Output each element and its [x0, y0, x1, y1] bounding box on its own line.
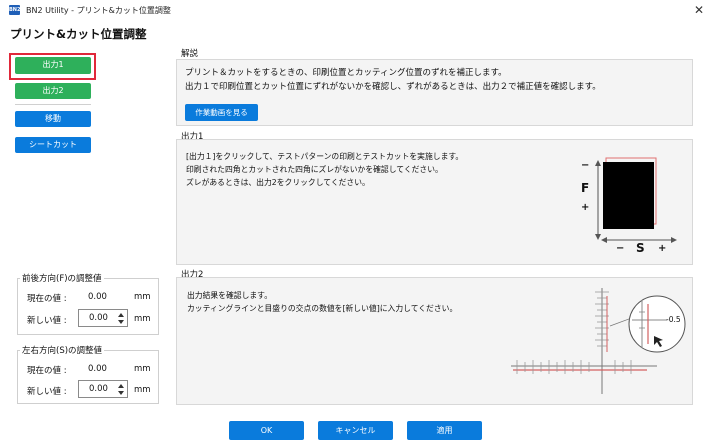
divider [15, 104, 91, 105]
window-title: BN2 Utility - プリント&カット位置調整 [26, 6, 171, 15]
scan-adjust-legend: 左右方向(S)の調整値 [20, 344, 105, 356]
spin-arrows-icon[interactable] [117, 312, 125, 325]
feed-current-label: 現在の値 : [27, 294, 67, 304]
feed-new-unit: mm [134, 314, 151, 324]
move-button[interactable]: 移動 [15, 111, 91, 127]
explanation-line2: 出力１で印刷位置とカット位置にずれがないかを確認し、ずれがあるときは、出力２で補… [185, 82, 601, 92]
feed-current-value: 0.00 [88, 292, 107, 302]
scan-current-value: 0.00 [88, 364, 107, 374]
diagram-f-label: F [581, 181, 590, 195]
output2-line1: 出力結果を確認します。 [187, 291, 272, 300]
feed-new-stepper[interactable]: 0.00 [78, 309, 128, 327]
scan-current-unit: mm [134, 364, 151, 374]
output2-panel: 出力結果を確認します。 カッティングラインと目盛りの交点の数値を[新しい値]に入… [176, 277, 693, 405]
feed-new-label: 新しい値 : [27, 316, 67, 326]
scan-new-unit: mm [134, 385, 151, 395]
spin-arrows-icon[interactable] [117, 383, 125, 396]
scan-new-label: 新しい値 : [27, 387, 67, 397]
diagram-minus-top: − [581, 160, 590, 171]
watch-video-button[interactable]: 作業動画を見る [185, 104, 258, 121]
app-icon: BN2 [9, 5, 21, 15]
close-icon[interactable]: ✕ [692, 3, 706, 17]
scan-new-stepper[interactable]: 0.00 [78, 380, 128, 398]
output2-button[interactable]: 出力2 [15, 83, 91, 99]
output1-line3: ズレがあるときは、出力2をクリックしてください。 [186, 178, 370, 187]
scan-current-label: 現在の値 : [27, 366, 67, 376]
sheet-cut-button[interactable]: シートカット [15, 137, 91, 153]
diagram-plus-right: + [658, 243, 667, 254]
scan-new-value[interactable]: 0.00 [89, 384, 108, 394]
page-title: プリント&カット位置調整 [10, 27, 147, 41]
output1-button[interactable]: 出力1 [15, 57, 91, 74]
diagram-minus-left: − [616, 243, 625, 254]
feed-new-value[interactable]: 0.00 [89, 313, 108, 323]
feed-current-unit: mm [134, 292, 151, 302]
apply-button[interactable]: 適用 [407, 421, 482, 440]
cancel-button[interactable]: キャンセル [318, 421, 393, 440]
diagram-plus-bottom: + [581, 202, 590, 213]
output1-panel: [出力１]をクリックして、テストパターンの印刷とテストカットを実施します。 印刷… [176, 139, 693, 265]
ruler-diagram [511, 288, 686, 394]
ok-button[interactable]: OK [229, 421, 304, 440]
feed-adjust-legend: 前後方向(F)の調整値 [20, 272, 104, 284]
diagram-s-label: S [636, 241, 645, 255]
output2-line2: カッティングラインと目盛りの交点の数値を[新しい値]に入力してください。 [187, 304, 458, 313]
output1-line2: 印刷された四角とカットされた四角にズレがないかを確認してください。 [186, 165, 443, 174]
explanation-line1: プリント＆カットをするときの、印刷位置とカッティング位置のずれを補正します。 [185, 68, 507, 78]
explanation-panel: プリント＆カットをするときの、印刷位置とカッティング位置のずれを補正します。 出… [176, 59, 693, 126]
output1-line1: [出力１]をクリックして、テストパターンの印刷とテストカットを実施します。 [186, 152, 464, 161]
magnified-value: -0.5 [666, 315, 681, 324]
explanation-title: 解説 [181, 49, 199, 59]
